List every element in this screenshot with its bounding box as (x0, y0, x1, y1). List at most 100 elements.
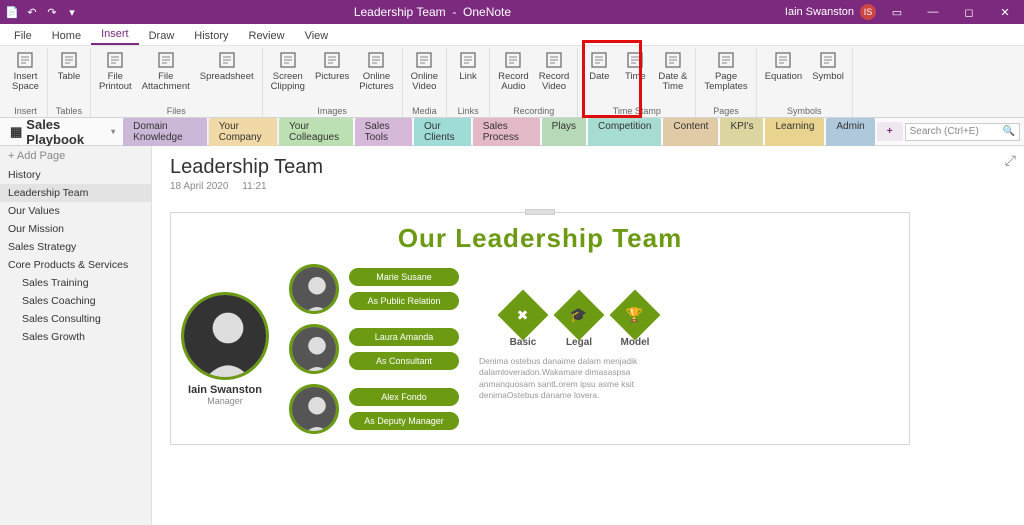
time-icon (625, 50, 645, 70)
pictures-button[interactable]: Pictures (311, 48, 353, 84)
qat-dropdown-icon[interactable]: ▾ (64, 4, 80, 20)
spreadsheet-button[interactable]: Spreadsheet (196, 48, 258, 84)
report-row: Laura AmandaAs Consultant (289, 324, 459, 374)
ribbon-group-recording: RecordAudio RecordVideo Recording (490, 48, 578, 117)
section-tab-sales-tools[interactable]: Sales Tools (355, 117, 412, 147)
page-item[interactable]: Sales Coaching (0, 292, 151, 310)
table-button[interactable]: Table (52, 48, 86, 84)
notebook-selector[interactable]: ▦ Sales Playbook ▾ (4, 117, 121, 147)
maximize-icon[interactable]: ◻ (954, 6, 984, 19)
ribbon-tab-home[interactable]: Home (42, 27, 91, 45)
redo-icon[interactable]: ↷ (44, 4, 60, 20)
group-label: Recording (513, 106, 554, 117)
page-item[interactable]: Sales Strategy (0, 238, 151, 256)
page-title[interactable]: Leadership Team (170, 156, 1006, 179)
user-avatar[interactable]: IS (860, 4, 876, 20)
ribbon-tab-draw[interactable]: Draw (139, 27, 185, 45)
page-templates-button[interactable]: PageTemplates (700, 48, 751, 95)
date-time-button[interactable]: Date &Time (654, 48, 691, 95)
section-tab-domain-knowledge[interactable]: Domain Knowledge (123, 117, 207, 147)
section-tab-plays[interactable]: Plays (542, 117, 586, 147)
section-tab-your-colleagues[interactable]: Your Colleagues (279, 117, 353, 147)
report-row: Marie SusaneAs Public Relation (289, 264, 459, 314)
page-item[interactable]: Sales Growth (0, 328, 151, 346)
undo-icon[interactable]: ↶ (24, 4, 40, 20)
record-video-button[interactable]: RecordVideo (535, 48, 574, 95)
ribbon-tab-view[interactable]: View (295, 27, 339, 45)
page-meta: 18 April 2020 11:21 (170, 181, 1006, 192)
equation-label: Equation (765, 72, 803, 82)
file-attachment-icon (156, 50, 176, 70)
date-button[interactable]: Date (582, 48, 616, 84)
file-printout-button[interactable]: FilePrintout (95, 48, 136, 95)
record-audio-button[interactable]: RecordAudio (494, 48, 533, 95)
table-label: Table (58, 72, 81, 82)
search-input[interactable]: Search (Ctrl+E) 🔍 (905, 123, 1020, 141)
name-pill: Laura Amanda (349, 328, 459, 346)
section-tab-admin[interactable]: Admin (826, 117, 874, 147)
symbol-button[interactable]: Symbol (808, 48, 848, 84)
online-pictures-button[interactable]: OnlinePictures (355, 48, 397, 95)
ribbon-tab-history[interactable]: History (184, 27, 238, 45)
page-templates-label: PageTemplates (704, 72, 747, 93)
ribbon-tab-insert[interactable]: Insert (91, 25, 139, 45)
symbol-label: Symbol (812, 72, 844, 82)
minimize-icon[interactable]: — (918, 6, 948, 18)
page-canvas[interactable]: ⤢ Leadership Team 18 April 2020 11:21 Ou… (152, 146, 1024, 525)
ribbon-options-icon[interactable]: ▭ (882, 6, 912, 19)
insert-space-button[interactable]: InsertSpace (8, 48, 43, 95)
page-item[interactable]: Leadership Team (0, 184, 151, 202)
user-name[interactable]: Iain Swanston (785, 6, 854, 18)
time-button[interactable]: Time (618, 48, 652, 84)
section-tab-our-clients[interactable]: Our Clients (414, 117, 471, 147)
close-icon[interactable]: ✕ (990, 6, 1020, 19)
save-icon[interactable]: 📄 (4, 4, 20, 20)
group-label: Insert (14, 106, 37, 117)
file-attachment-button[interactable]: FileAttachment (138, 48, 194, 95)
ribbon-tab-review[interactable]: Review (239, 27, 295, 45)
link-button[interactable]: Link (451, 48, 485, 84)
report-row: Alex Fondo As Deputy Manager (289, 384, 459, 434)
online-pictures-icon (366, 50, 386, 70)
section-tab-sales-process[interactable]: Sales Process (473, 117, 540, 147)
spreadsheet-label: Spreadsheet (200, 72, 254, 82)
section-tab-kpi-s[interactable]: KPI's (720, 117, 763, 147)
expand-icon[interactable]: ⤢ (1005, 152, 1016, 169)
online-video-button[interactable]: OnlineVideo (407, 48, 442, 95)
section-tab-your-company[interactable]: Your Company (209, 117, 277, 147)
name-pill: Alex Fondo (349, 388, 459, 406)
file-printout-label: FilePrintout (99, 72, 132, 93)
section-tab-competition[interactable]: Competition (588, 117, 661, 147)
diamond-item: ✖Basic (505, 297, 541, 348)
diamond-icon: ✖ (498, 290, 549, 341)
avatar (289, 384, 339, 434)
role-pill: As Deputy Manager (349, 412, 459, 430)
page-item[interactable]: Sales Consulting (0, 310, 151, 328)
search-icon: 🔍 (1003, 126, 1015, 137)
equation-button[interactable]: Equation (761, 48, 807, 84)
section-tab-learning[interactable]: Learning (765, 117, 824, 147)
ribbon-group-files: FilePrintoutFileAttachmentSpreadsheetFil… (91, 48, 263, 117)
link-icon (458, 50, 478, 70)
page-templates-icon (716, 50, 736, 70)
page-item[interactable]: Core Products & Services (0, 256, 151, 274)
drag-handle[interactable] (525, 209, 555, 215)
record-audio-label: RecordAudio (498, 72, 529, 93)
diamond-icon: 🎓 (554, 290, 605, 341)
page-item[interactable]: Sales Training (0, 274, 151, 292)
file-attachment-label: FileAttachment (142, 72, 190, 93)
ribbon-group-pages: PageTemplatesPages (696, 48, 756, 117)
page-sidebar: + Add Page HistoryLeadership TeamOur Val… (0, 146, 152, 525)
equation-icon (773, 50, 793, 70)
add-page-button[interactable]: + Add Page (0, 146, 151, 166)
pictures-label: Pictures (315, 72, 349, 82)
content-container[interactable]: Our Leadership Team Iain Swanston Manage… (170, 212, 910, 445)
page-item[interactable]: Our Mission (0, 220, 151, 238)
screen-clipping-button[interactable]: ScreenClipping (267, 48, 309, 95)
section-tab-content[interactable]: Content (663, 117, 718, 147)
page-item[interactable]: History (0, 166, 151, 184)
page-item[interactable]: Our Values (0, 202, 151, 220)
add-section-button[interactable]: + (877, 122, 903, 141)
avatar (289, 324, 339, 374)
ribbon-tab-file[interactable]: File (4, 27, 42, 45)
